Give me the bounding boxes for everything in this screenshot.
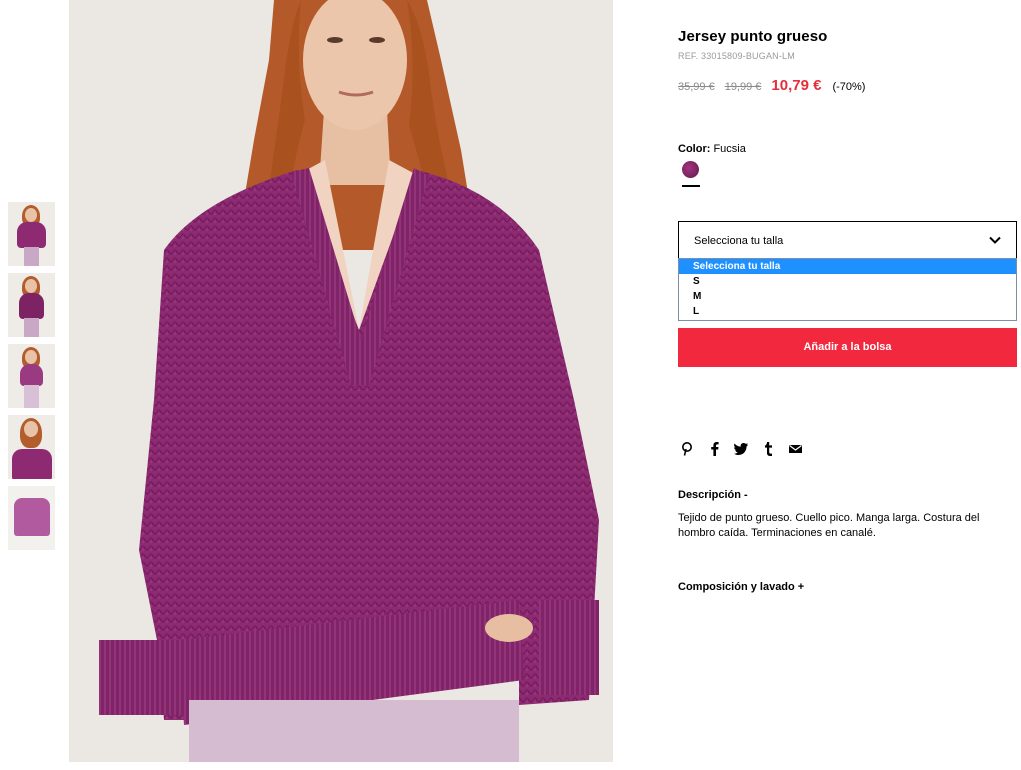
model-illustration	[69, 0, 613, 762]
price-row: 35,99 € 19,99 € 10,79 € (-70%)	[678, 77, 865, 94]
thumbnail-1[interactable]	[8, 202, 55, 266]
thumbnail-list	[8, 202, 55, 557]
size-option-s[interactable]: S	[679, 274, 1016, 289]
pinterest-icon[interactable]	[680, 441, 694, 457]
main-product-image	[69, 0, 613, 762]
size-option-placeholder[interactable]: Selecciona tu talla	[679, 259, 1016, 274]
description-text: Tejido de punto grueso. Cuello pico. Man…	[678, 512, 980, 539]
tumblr-icon[interactable]	[761, 441, 775, 457]
original-price: 35,99 €	[678, 81, 715, 93]
product-title: Jersey punto grueso	[678, 28, 828, 45]
email-icon[interactable]	[788, 441, 802, 457]
twitter-icon[interactable]	[734, 441, 748, 457]
size-select-label: Selecciona tu talla	[694, 235, 784, 247]
color-swatch-fucsia[interactable]	[682, 161, 699, 178]
thumbnail-3[interactable]	[8, 344, 55, 408]
composition-toggle[interactable]: Composición y lavado +	[678, 581, 804, 593]
thumbnail-2[interactable]	[8, 273, 55, 337]
product-reference: REF. 33015809-BUGAN-LM	[678, 51, 795, 61]
current-price: 10,79 €	[771, 77, 822, 94]
size-select[interactable]: Selecciona tu talla	[678, 221, 1017, 259]
size-dropdown-list: Selecciona tu talla S M L	[678, 258, 1017, 321]
size-option-l[interactable]: L	[679, 304, 1016, 319]
previous-price: 19,99 €	[724, 81, 762, 93]
facebook-icon[interactable]	[707, 441, 721, 457]
color-label: Color:	[678, 143, 711, 155]
thumbnail-5[interactable]	[8, 486, 55, 550]
color-row: Color: Fucsia	[678, 143, 746, 155]
thumbnail-4[interactable]	[8, 415, 55, 479]
size-option-m[interactable]: M	[679, 289, 1016, 304]
add-to-bag-button[interactable]: Añadir a la bolsa	[678, 328, 1017, 367]
color-value: Fucsia	[713, 143, 746, 155]
discount-badge: (-70%)	[832, 81, 866, 93]
chevron-down-icon	[989, 236, 1001, 244]
selected-swatch-indicator	[682, 185, 700, 187]
description-toggle[interactable]: Descripción -	[678, 489, 748, 501]
share-icons	[680, 441, 802, 457]
